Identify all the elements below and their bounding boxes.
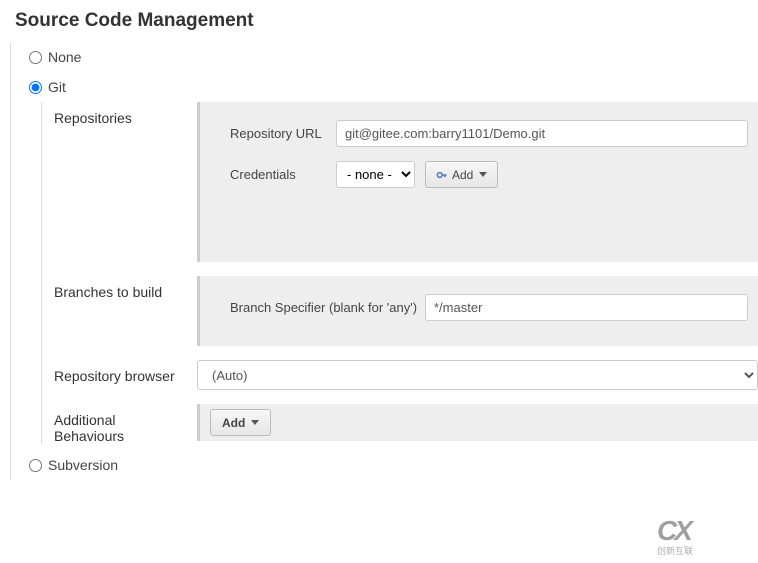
branches-label: Branches to build <box>54 276 189 300</box>
chevron-down-icon <box>251 420 259 425</box>
credentials-add-label: Add <box>452 168 473 182</box>
chevron-down-icon <box>479 172 487 177</box>
page-title: Source Code Management <box>0 0 758 42</box>
scm-radio-git[interactable]: Git <box>29 72 758 102</box>
credentials-add-button[interactable]: Add <box>425 161 498 188</box>
repositories-block: Repository URL Credentials - none - <box>197 102 758 262</box>
scm-radio-none-label: None <box>48 49 81 65</box>
repositories-label: Repositories <box>54 102 189 126</box>
branch-specifier-input[interactable] <box>425 294 748 321</box>
credentials-label: Credentials <box>230 167 336 182</box>
scm-radio-git-label: Git <box>48 79 66 95</box>
behaviours-block: Add <box>197 404 758 441</box>
scm-radio-none[interactable]: None <box>29 42 758 72</box>
branch-specifier-row: Branch Specifier (blank for 'any') <box>230 294 748 321</box>
scm-radio-subversion-input[interactable] <box>29 459 42 472</box>
repo-url-label: Repository URL <box>230 126 336 141</box>
scm-radio-none-input[interactable] <box>29 51 42 64</box>
scm-radio-git-input[interactable] <box>29 81 42 94</box>
credentials-row: Credentials - none - Add <box>230 161 748 188</box>
watermark: CX 创新互联 <box>657 515 752 557</box>
browser-row: Repository browser (Auto) <box>54 360 758 390</box>
branches-block: Branch Specifier (blank for 'any') <box>197 276 758 346</box>
behaviours-label: Additional Behaviours <box>54 404 189 444</box>
branch-specifier-label: Branch Specifier (blank for 'any') <box>230 300 425 315</box>
browser-select[interactable]: (Auto) <box>197 360 758 390</box>
repositories-row: Repositories Repository URL Credentials … <box>54 102 758 262</box>
scm-section: None Git Repositories Repository URL Cre… <box>10 42 758 480</box>
git-config-container: Repositories Repository URL Credentials … <box>41 102 758 444</box>
browser-label: Repository browser <box>54 360 189 384</box>
credentials-select[interactable]: - none - <box>336 161 415 188</box>
repo-url-input[interactable] <box>336 120 748 147</box>
scm-radio-subversion-label: Subversion <box>48 457 118 473</box>
key-icon <box>436 169 448 181</box>
branches-row: Branches to build Branch Specifier (blan… <box>54 276 758 346</box>
behaviours-add-label: Add <box>222 416 245 430</box>
behaviours-row: Additional Behaviours Add <box>54 404 758 444</box>
repo-url-row: Repository URL <box>230 120 748 147</box>
behaviours-add-button[interactable]: Add <box>210 409 271 436</box>
scm-radio-subversion[interactable]: Subversion <box>29 450 758 480</box>
